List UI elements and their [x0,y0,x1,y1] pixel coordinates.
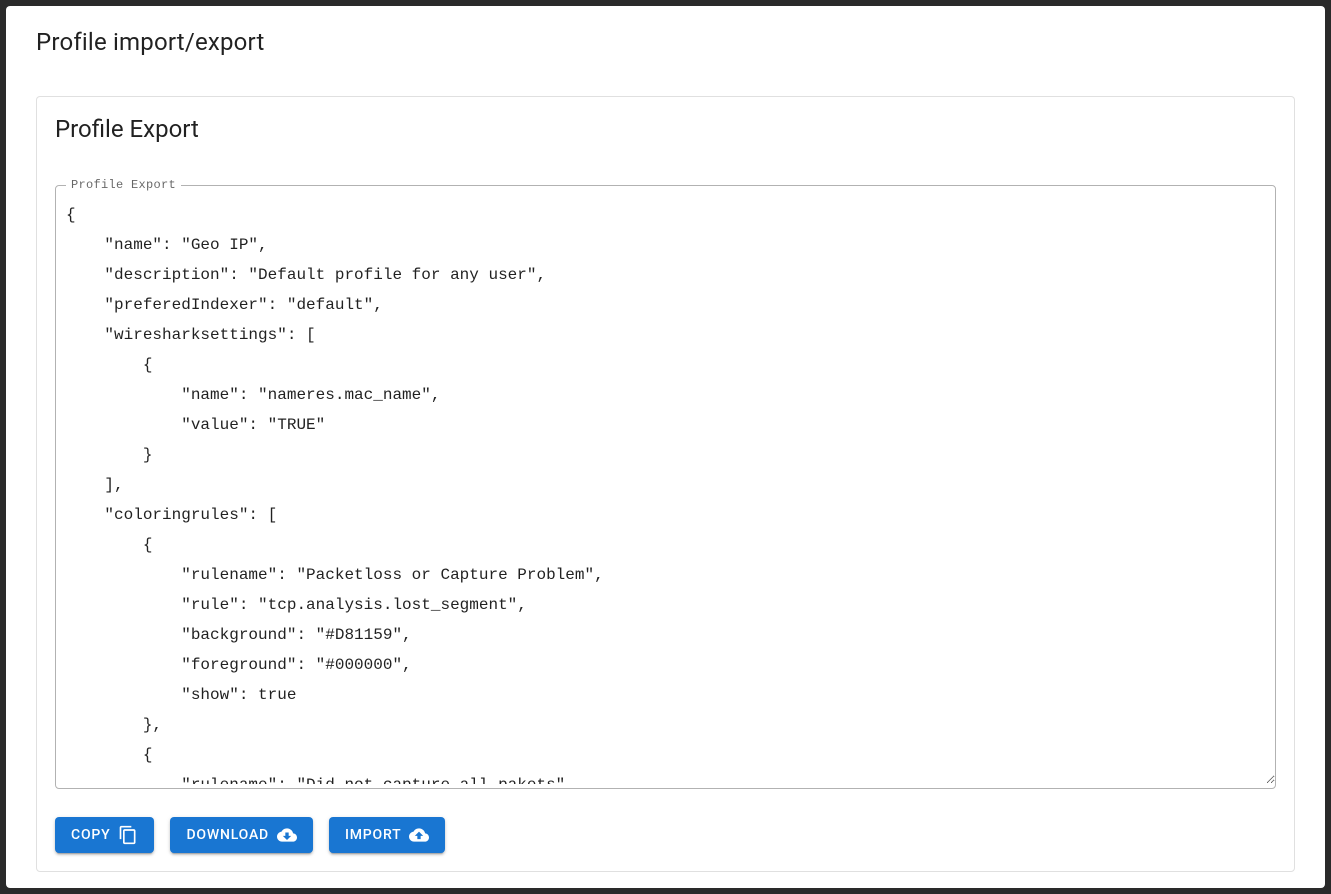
card-title: Profile Export [55,115,1276,143]
copy-button-label: Copy [71,827,110,843]
import-button-label: Import [345,827,401,843]
fieldset-legend: Profile Export [66,178,181,192]
cloud-upload-icon [409,825,429,845]
download-button-label: Download [186,827,269,843]
export-card: Profile Export Profile Export Copy Downl… [36,96,1295,872]
copy-icon [118,825,138,845]
profile-export-textarea[interactable] [56,186,1275,784]
export-fieldset: Profile Export [55,185,1276,789]
button-row: Copy Download Import [55,817,1276,853]
page-title: Profile import/export [36,28,1295,56]
copy-button[interactable]: Copy [55,817,154,853]
content-area: Profile import/export Profile Export Pro… [6,6,1325,888]
import-button[interactable]: Import [329,817,445,853]
download-button[interactable]: Download [170,817,313,853]
cloud-download-icon [277,825,297,845]
page-wrapper[interactable]: Profile import/export Profile Export Pro… [6,6,1325,888]
